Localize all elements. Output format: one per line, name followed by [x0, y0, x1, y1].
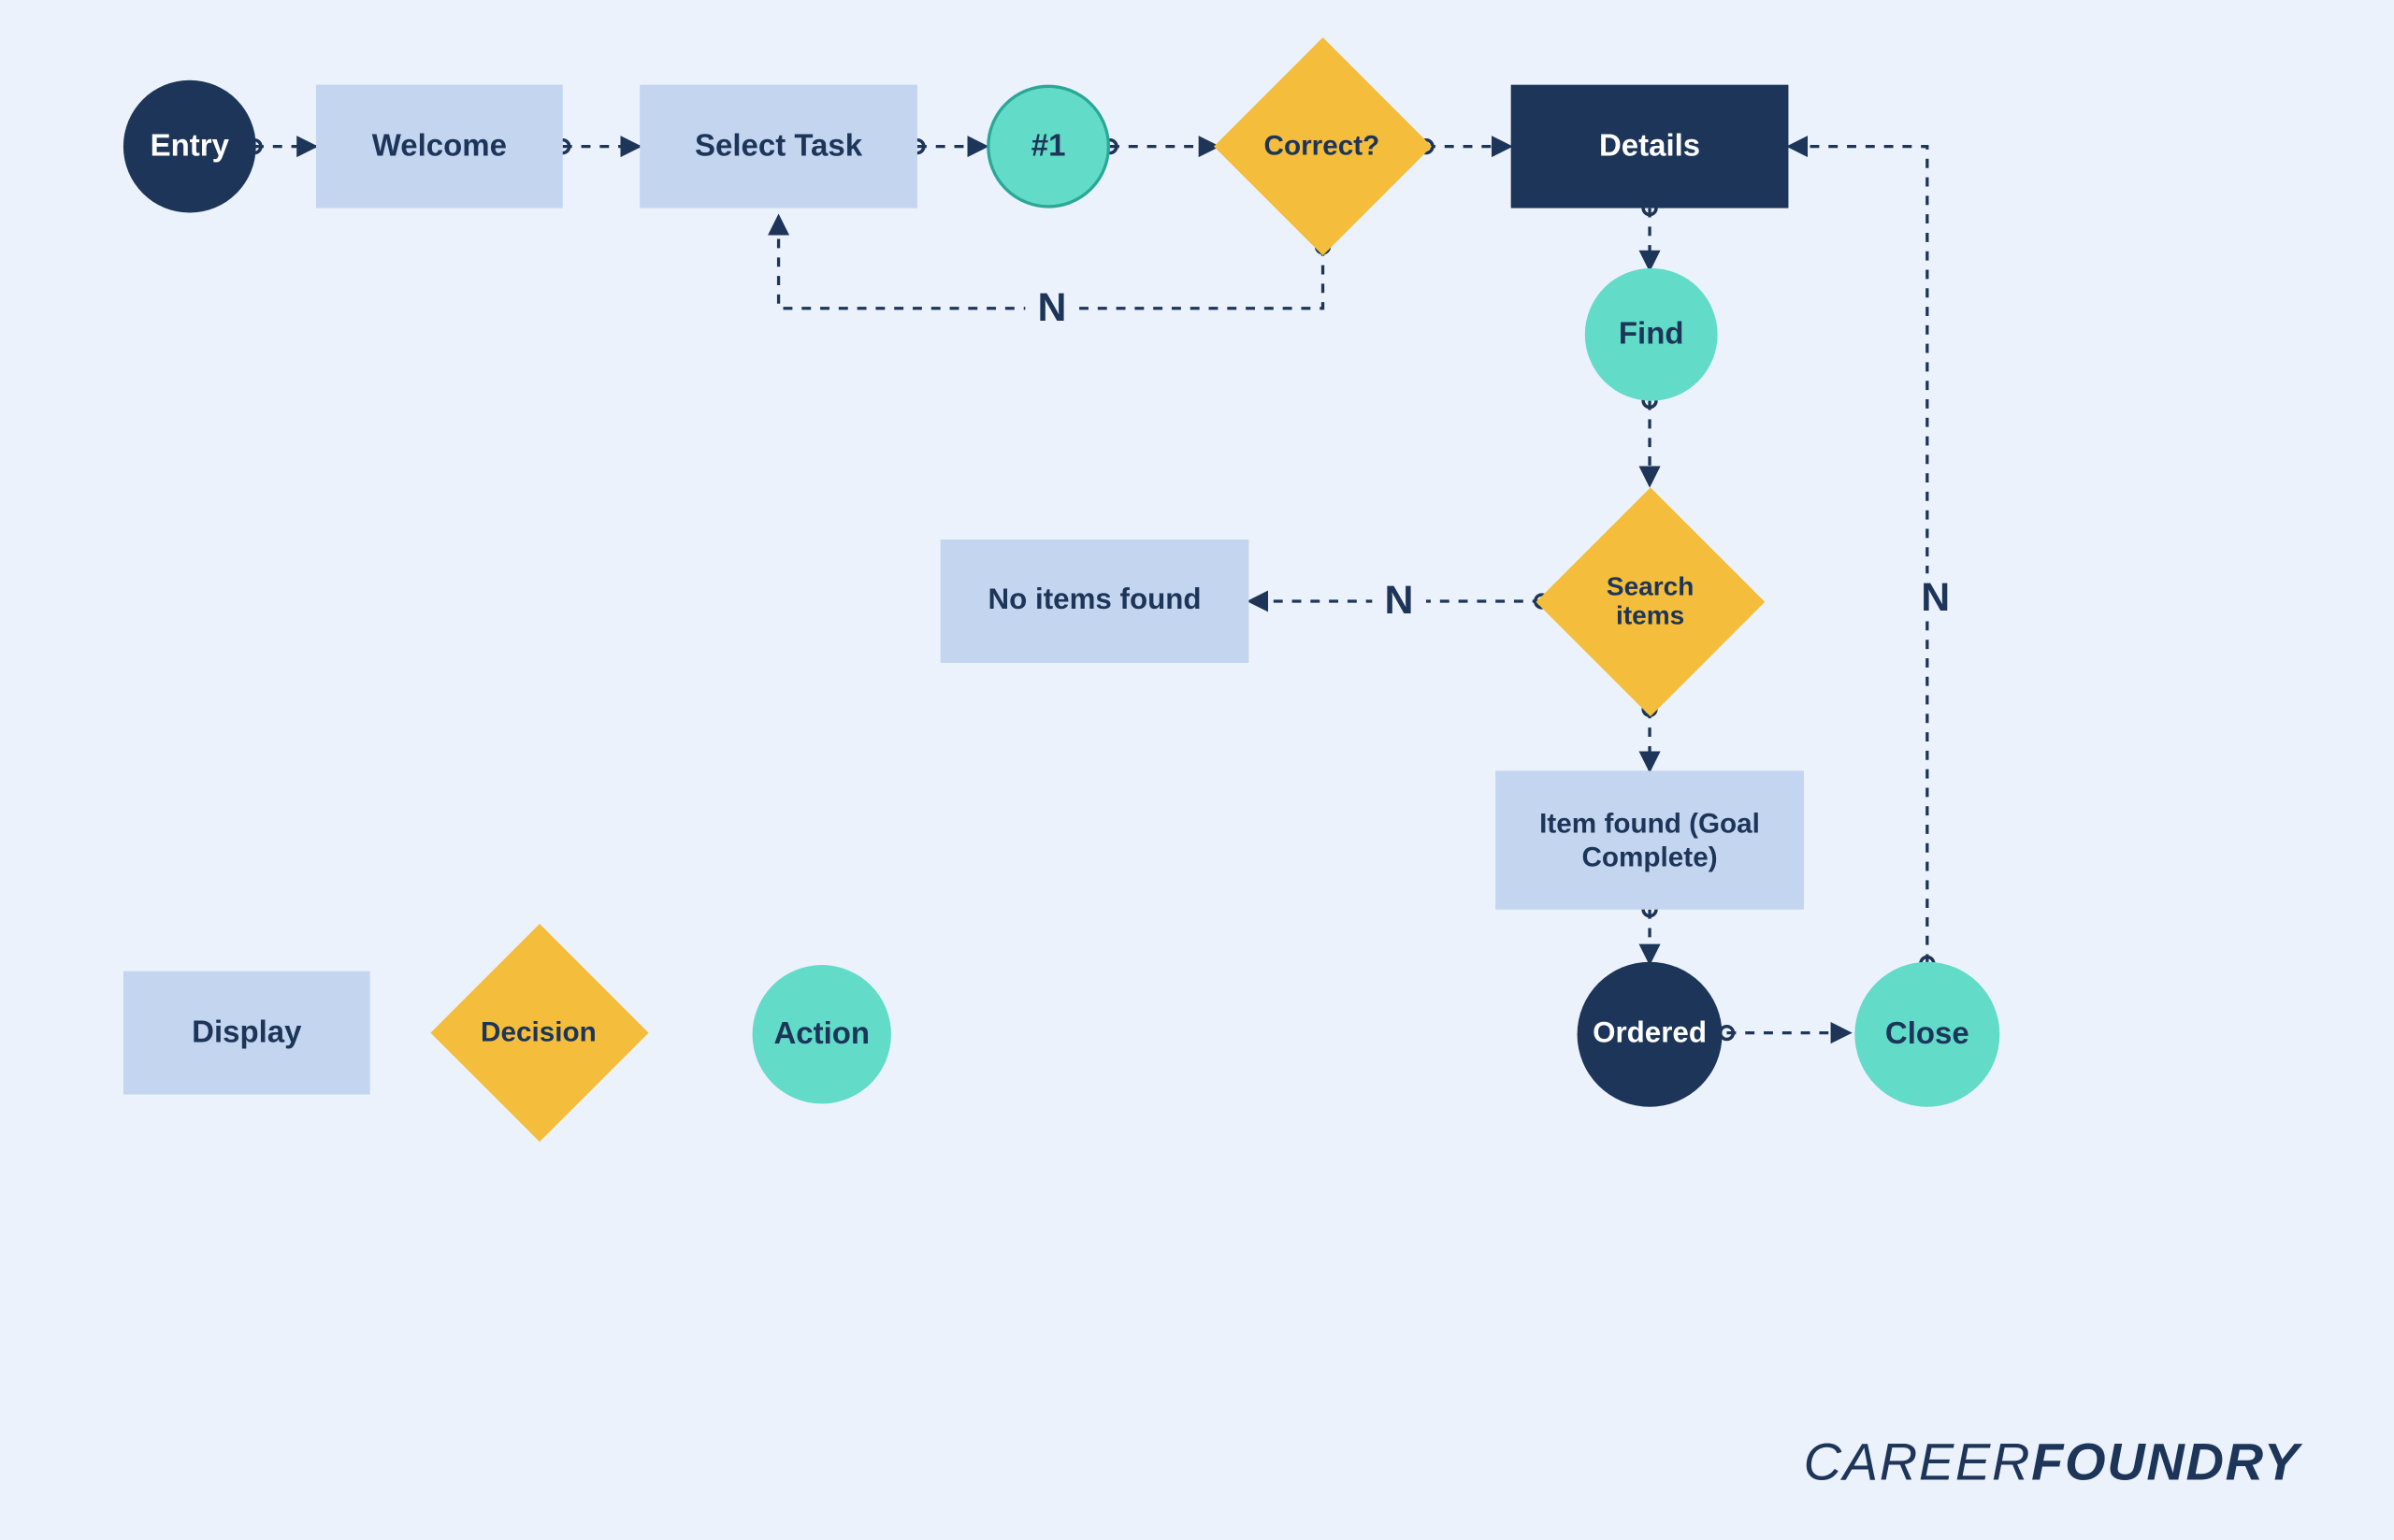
- legend-decision: Decision: [430, 924, 648, 1142]
- node-details: Details: [1511, 85, 1789, 209]
- legend-label: Decision: [482, 1016, 598, 1049]
- node-label: Details: [1599, 129, 1700, 165]
- node-no-items: No items found: [941, 540, 1249, 663]
- node-label: Find: [1619, 317, 1684, 353]
- node-close: Close: [1854, 962, 1999, 1107]
- legend-display: Display: [123, 971, 370, 1095]
- connectors-layer: [0, 0, 2393, 1540]
- edge-label-close-no: N: [1909, 573, 1962, 621]
- node-label: Select Task: [695, 129, 862, 165]
- node-label: Entry: [151, 129, 229, 165]
- node-label: Welcome: [372, 129, 507, 165]
- node-find: Find: [1585, 268, 1718, 401]
- legend-label: Action: [773, 1016, 870, 1052]
- legend-action: Action: [753, 965, 891, 1103]
- node-hash1: #1: [987, 85, 1110, 209]
- brand-logo: CAREERFOUNDRY: [1804, 1433, 2300, 1493]
- node-label: Correct?: [1265, 130, 1381, 163]
- node-label: Item found (Goal Complete): [1511, 805, 1789, 874]
- node-label: Search items: [1569, 573, 1731, 631]
- node-label: Close: [1885, 1016, 1969, 1052]
- node-item-found: Item found (Goal Complete): [1495, 770, 1804, 909]
- node-label: No items found: [988, 584, 1202, 618]
- node-select-task: Select Task: [640, 85, 917, 209]
- node-search-items-decision: Search items: [1536, 487, 1765, 716]
- node-label: Ordered: [1593, 1017, 1707, 1051]
- node-entry: Entry: [123, 80, 256, 213]
- node-welcome: Welcome: [316, 85, 563, 209]
- edge-label-search-no: N: [1372, 577, 1425, 625]
- flowchart-canvas: Entry Welcome Select Task #1 Correct? De…: [0, 0, 2393, 1540]
- edge-label-correct-no: N: [1025, 283, 1078, 331]
- brand-bold: FOUNDRY: [2031, 1433, 2300, 1492]
- node-label: #1: [1031, 129, 1066, 165]
- legend-label: Display: [192, 1015, 301, 1051]
- node-correct-decision: Correct?: [1214, 37, 1432, 255]
- brand-thin: CAREER: [1804, 1433, 2032, 1492]
- node-ordered: Ordered: [1578, 962, 1723, 1107]
